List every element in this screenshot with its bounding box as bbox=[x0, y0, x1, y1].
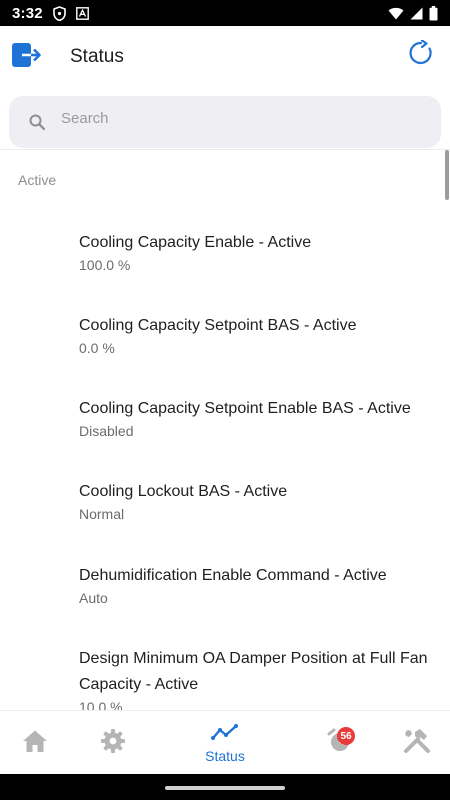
item-value: 0.0 % bbox=[79, 340, 115, 356]
app-notification-icon bbox=[75, 6, 89, 20]
item-name: Design Minimum OA Damper Position at Ful… bbox=[79, 650, 428, 693]
wifi-icon bbox=[388, 7, 404, 20]
list-item[interactable]: Cooling Capacity Setpoint Enable BAS - A… bbox=[79, 396, 439, 439]
list-item[interactable]: Dehumidification Enable Command - Active… bbox=[79, 563, 439, 606]
status-list[interactable]: Active Cooling Capacity Enable - Active … bbox=[0, 150, 450, 710]
system-navigation-bar bbox=[0, 774, 450, 800]
nav-alarms[interactable]: 56 bbox=[318, 711, 362, 775]
gear-icon bbox=[100, 728, 126, 759]
logout-icon bbox=[12, 42, 42, 73]
bottom-navigation: Status 56 bbox=[0, 710, 450, 774]
search-bar[interactable] bbox=[9, 96, 441, 148]
shield-icon bbox=[53, 5, 66, 21]
list-item[interactable]: Cooling Capacity Setpoint BAS - Active 0… bbox=[79, 313, 439, 356]
search-input[interactable] bbox=[61, 110, 421, 127]
tools-icon bbox=[403, 728, 431, 759]
logout-button[interactable] bbox=[12, 42, 42, 72]
nav-tools[interactable] bbox=[396, 711, 438, 775]
nav-status-label: Status bbox=[205, 747, 245, 764]
item-name: Cooling Capacity Setpoint BAS - Active bbox=[79, 317, 357, 334]
system-status-bar: 3:32 bbox=[0, 0, 450, 26]
list-item[interactable]: Design Minimum OA Damper Position at Ful… bbox=[79, 646, 439, 710]
alarm-count-badge: 56 bbox=[337, 727, 355, 745]
signal-icon bbox=[410, 7, 423, 20]
status-time: 3:32 bbox=[12, 4, 43, 22]
section-header: Active bbox=[18, 172, 57, 188]
item-name: Cooling Capacity Enable - Active bbox=[79, 234, 312, 251]
item-value: 10.0 % bbox=[79, 699, 123, 710]
nav-settings[interactable] bbox=[92, 711, 134, 775]
trend-chart-icon bbox=[211, 723, 239, 746]
item-name: Cooling Lockout BAS - Active bbox=[79, 483, 288, 500]
item-name: Dehumidification Enable Command - Active bbox=[79, 567, 387, 584]
refresh-button[interactable] bbox=[406, 38, 436, 71]
home-icon bbox=[22, 729, 48, 758]
search-container bbox=[0, 88, 450, 150]
item-value: Disabled bbox=[79, 423, 134, 439]
list-item[interactable]: Cooling Capacity Enable - Active 100.0 % bbox=[79, 230, 439, 273]
list-item[interactable]: Cooling Lockout BAS - Active Normal bbox=[79, 479, 439, 522]
item-value: 100.0 % bbox=[79, 257, 131, 273]
item-value: Normal bbox=[79, 506, 125, 522]
search-icon bbox=[29, 114, 46, 131]
refresh-icon bbox=[408, 38, 434, 71]
app-header: Status bbox=[0, 26, 450, 88]
home-gesture-handle[interactable] bbox=[165, 786, 285, 790]
nav-home[interactable] bbox=[14, 711, 56, 775]
item-value: Auto bbox=[79, 590, 108, 606]
scrollbar[interactable] bbox=[445, 150, 449, 200]
battery-icon bbox=[429, 5, 438, 21]
item-name: Cooling Capacity Setpoint Enable BAS - A… bbox=[79, 400, 411, 417]
page-title: Status bbox=[70, 46, 124, 67]
nav-status[interactable]: Status bbox=[190, 711, 260, 775]
